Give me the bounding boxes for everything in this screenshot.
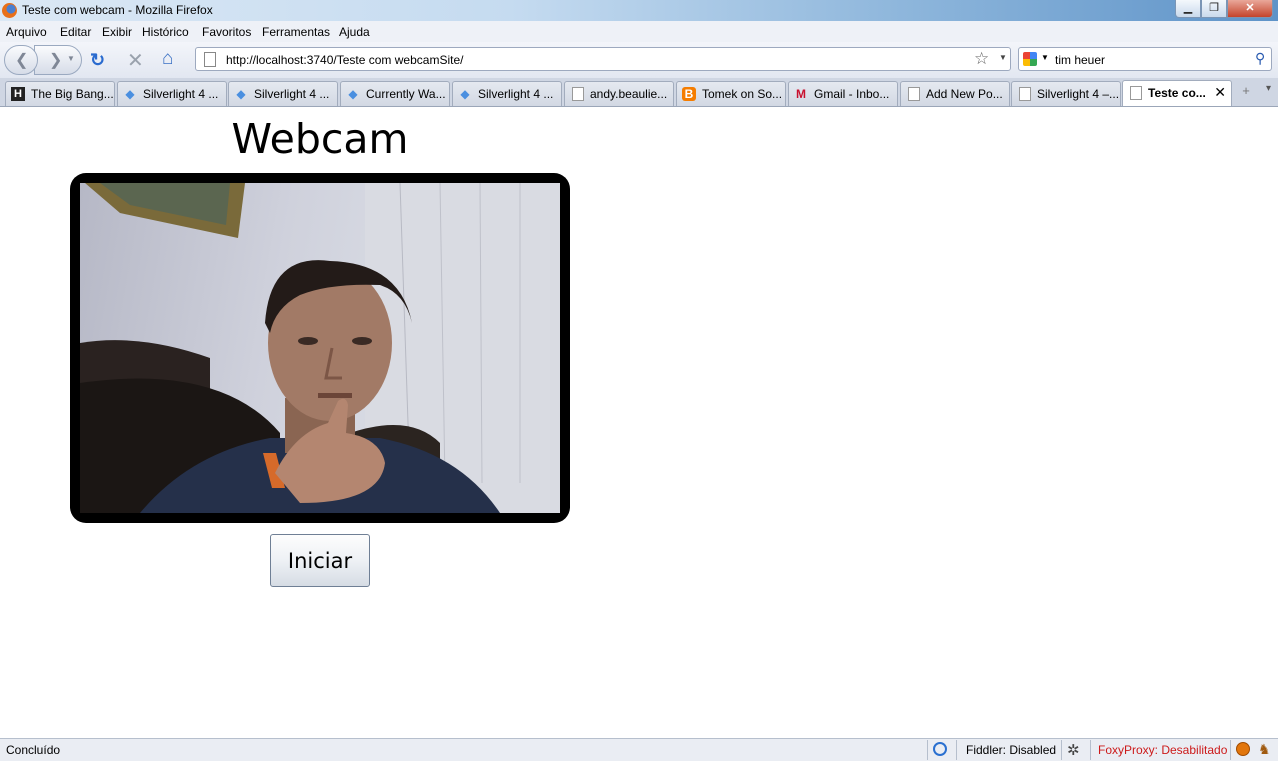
tab-andy-beaulieu[interactable]: andy.beaulie... (564, 81, 674, 106)
silverlight-icon: ◆ (460, 87, 470, 101)
search-engine-dropdown-icon[interactable]: ▼ (1041, 53, 1049, 62)
fiddler-status[interactable]: Fiddler: Disabled (966, 743, 1056, 757)
forward-button[interactable]: ❯ ▼ (34, 45, 82, 75)
status-text: Concluído (6, 743, 61, 757)
window-title: Teste com webcam - Mozilla Firefox (22, 3, 213, 17)
page-icon (1130, 86, 1142, 100)
foxyproxy-status[interactable]: FoxyProxy: Desabilitado (1098, 743, 1227, 757)
tab-label: Silverlight 4 ... (143, 87, 219, 101)
bigbang-icon: H (11, 87, 25, 101)
new-tab-button[interactable]: + (1233, 83, 1259, 105)
tab-label: Add New Po... (926, 87, 1003, 101)
silverlight-icon: ◆ (348, 87, 358, 101)
menu-historico[interactable]: Histórico (142, 25, 189, 39)
tab-label: Tomek on So... (702, 87, 783, 101)
menu-bar: Arquivo Editar Exibir Histórico Favorito… (0, 21, 1278, 42)
close-tab-icon[interactable]: ✕ (1214, 84, 1226, 101)
webcam-image (80, 183, 560, 513)
bookmark-star-icon[interactable]: ☆ (974, 49, 989, 69)
forward-arrow-icon: ❯ (49, 52, 63, 69)
page-content: Webcam Iniciar (0, 107, 1278, 738)
tab-label: Gmail - Inbo... (814, 87, 890, 101)
menu-exibir[interactable]: Exibir (102, 25, 132, 39)
bug-icon[interactable]: ✲ (1067, 741, 1080, 759)
menu-editar[interactable]: Editar (60, 25, 91, 39)
search-bar[interactable]: ▼ tim heuer ⚲ (1018, 47, 1272, 71)
search-icon[interactable]: ⚲ (1255, 50, 1265, 67)
page-icon (204, 52, 216, 67)
menu-ajuda[interactable]: Ajuda (339, 25, 370, 39)
block-icon[interactable] (1236, 742, 1250, 756)
tab-big-bang[interactable]: H The Big Bang... (5, 81, 115, 106)
url-dropdown-icon[interactable]: ▼ (999, 53, 1007, 62)
page-icon (572, 87, 584, 101)
page-title: Webcam (231, 115, 409, 163)
tab-silverlight-3[interactable]: ◆ Silverlight 4 ... (452, 81, 562, 106)
tab-tomek[interactable]: B Tomek on So... (676, 81, 786, 106)
page-icon (908, 87, 920, 101)
silverlight-icon: ◆ (125, 87, 135, 101)
url-bar[interactable]: http://localhost:3740/Teste com webcamSi… (195, 47, 1011, 71)
tab-silverlight-4[interactable]: Silverlight 4 –... (1011, 81, 1121, 106)
tab-strip: H The Big Bang... ◆ Silverlight 4 ... ◆ … (0, 78, 1278, 107)
search-input[interactable]: tim heuer (1055, 53, 1105, 67)
close-window-button[interactable]: ✕ (1227, 0, 1273, 18)
tab-currently-watching[interactable]: ◆ Currently Wa... (340, 81, 450, 106)
blogger-icon: B (682, 87, 696, 101)
minimize-button[interactable]: ▁ (1175, 0, 1201, 18)
reload-icon[interactable]: ↻ (90, 50, 105, 71)
url-input[interactable]: http://localhost:3740/Teste com webcamSi… (226, 53, 463, 67)
back-button[interactable]: ❮ (4, 45, 38, 75)
chat-icon[interactable] (933, 742, 947, 756)
webcam-frame (70, 173, 570, 523)
tab-label: Silverlight 4 –... (1037, 87, 1120, 101)
maximize-button[interactable]: ❐ (1201, 0, 1227, 18)
tab-add-new-post[interactable]: Add New Po... (900, 81, 1010, 106)
menu-ferramentas[interactable]: Ferramentas (262, 25, 330, 39)
history-dropdown-icon[interactable]: ▼ (67, 54, 75, 63)
page-icon (1019, 87, 1031, 101)
tab-label: Teste co... (1148, 86, 1206, 100)
tab-label: Silverlight 4 ... (254, 87, 330, 101)
addon-icon[interactable]: ♞ (1258, 741, 1271, 758)
tab-silverlight-1[interactable]: ◆ Silverlight 4 ... (117, 81, 227, 106)
tab-teste-com-webcam[interactable]: Teste co... ✕ (1122, 80, 1232, 106)
title-bar: Teste com webcam - Mozilla Firefox ▁ ❐ ✕ (0, 0, 1278, 21)
tab-label: Currently Wa... (366, 87, 446, 101)
tab-list-button[interactable]: ▾ (1261, 83, 1276, 105)
back-arrow-icon: ❮ (15, 52, 29, 69)
tab-silverlight-2[interactable]: ◆ Silverlight 4 ... (228, 81, 338, 106)
google-icon[interactable] (1023, 52, 1037, 66)
status-bar: Concluído Fiddler: Disabled ✲ FoxyProxy:… (0, 738, 1278, 761)
webcam-video (80, 183, 560, 513)
menu-arquivo[interactable]: Arquivo (6, 25, 47, 39)
tab-gmail[interactable]: M Gmail - Inbo... (788, 81, 898, 106)
firefox-icon (2, 3, 17, 18)
start-button[interactable]: Iniciar (270, 534, 370, 587)
tab-label: The Big Bang... (31, 87, 114, 101)
silverlight-icon: ◆ (236, 87, 246, 101)
stop-icon[interactable]: ✕ (127, 48, 144, 73)
gmail-icon: M (796, 87, 806, 101)
tab-label: andy.beaulie... (590, 87, 668, 101)
home-icon[interactable]: ⌂ (162, 48, 173, 70)
tab-label: Silverlight 4 ... (478, 87, 554, 101)
menu-favoritos[interactable]: Favoritos (202, 25, 251, 39)
